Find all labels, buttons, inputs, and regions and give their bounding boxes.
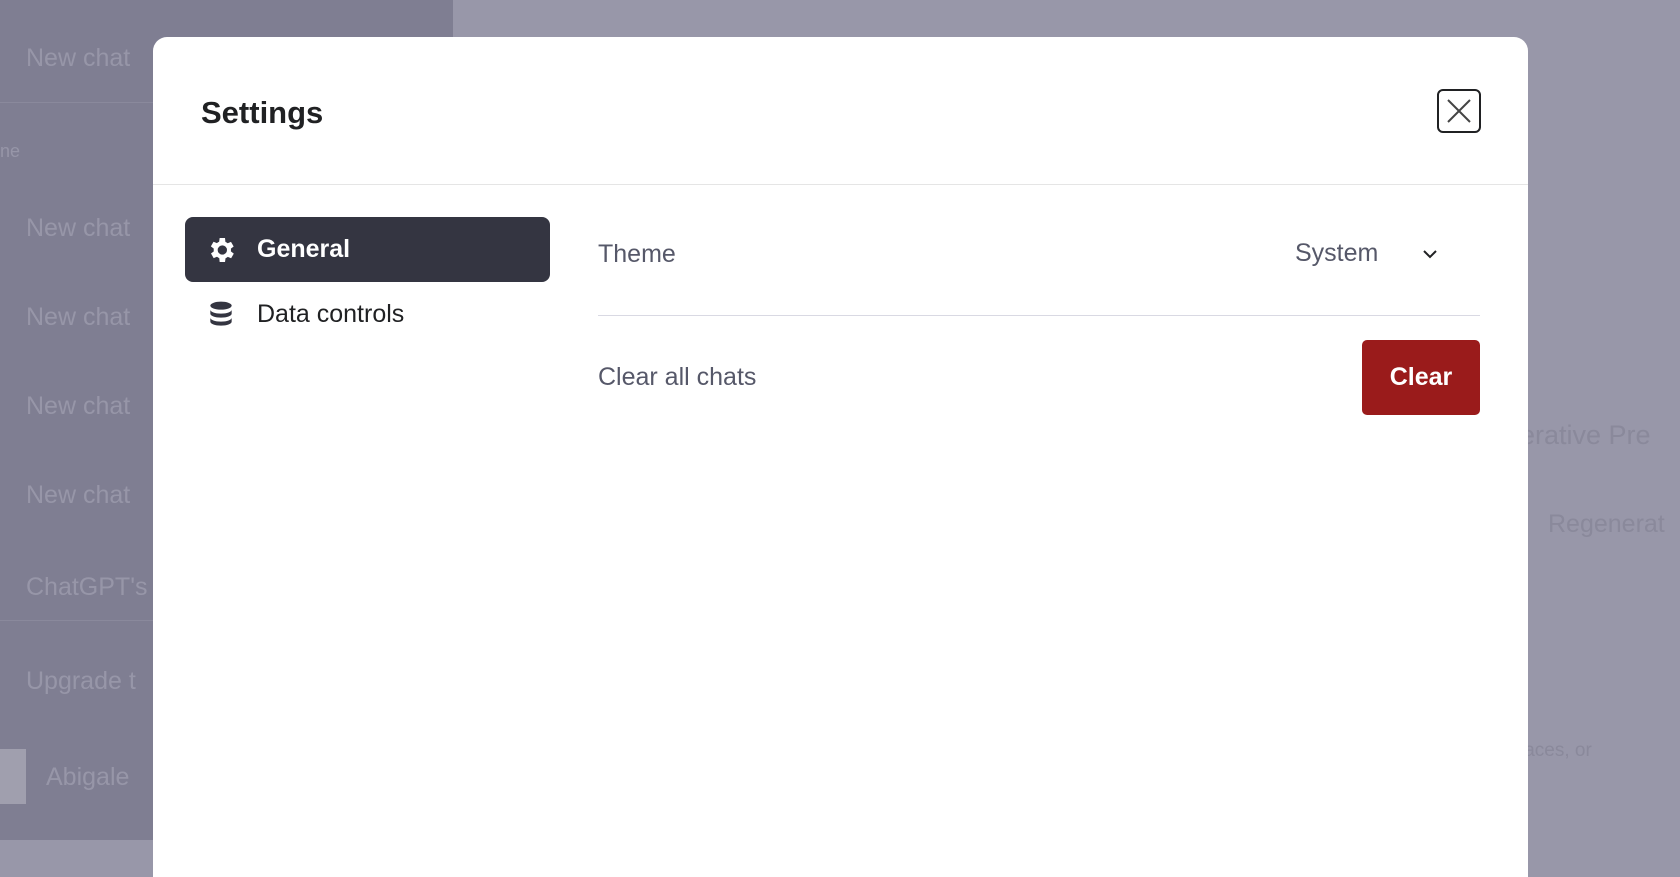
sidebar-item-chat: New chat <box>26 214 131 242</box>
sidebar-item-chat: New chat <box>26 44 131 72</box>
theme-select[interactable]: System <box>1295 239 1440 268</box>
clear-chats-label: Clear all chats <box>598 363 757 391</box>
sidebar-section-label: ne <box>0 141 21 161</box>
theme-label: Theme <box>598 240 676 268</box>
sidebar-item-chat: ChatGPT's <box>26 573 148 601</box>
avatar <box>0 749 26 804</box>
gear-icon <box>210 237 234 262</box>
sidebar-item-chat: New chat <box>26 303 131 331</box>
regenerate-button: Regenerat <box>1548 510 1665 538</box>
tab-general[interactable]: General <box>185 217 550 282</box>
tab-data-controls[interactable]: Data controls <box>185 282 550 347</box>
upgrade-link: Upgrade t <box>26 667 136 695</box>
sidebar-item-chat: New chat <box>26 392 131 420</box>
tab-label: General <box>257 235 351 263</box>
user-name: Abigale <box>46 763 130 791</box>
header-divider <box>153 184 1528 185</box>
sidebar-item-chat: New chat <box>26 481 131 509</box>
database-icon <box>210 301 232 326</box>
background-footer-text: laces, or <box>1520 740 1592 761</box>
row-divider <box>598 315 1480 316</box>
tab-label: Data controls <box>257 300 405 328</box>
theme-value: System <box>1295 239 1379 267</box>
x-icon <box>1447 99 1471 123</box>
close-button[interactable] <box>1437 89 1481 133</box>
clear-button[interactable]: Clear <box>1362 340 1480 415</box>
settings-modal: Settings General Data controls Theme Sys… <box>153 37 1528 877</box>
chevron-down-icon <box>1423 249 1438 258</box>
background-heading: erative Pre <box>1520 420 1651 450</box>
modal-title: Settings <box>201 95 324 130</box>
